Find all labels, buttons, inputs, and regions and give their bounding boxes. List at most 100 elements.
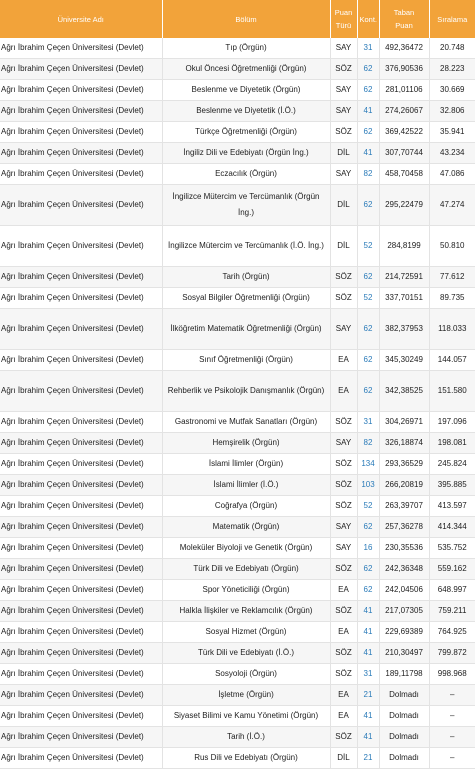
base-score-cell: 337,70151 [379, 287, 430, 310]
department-cell[interactable]: Sınıf Öğretmenliği (Örgün) [162, 349, 331, 372]
department-cell[interactable]: Sosyal Hizmet (Örgün) [162, 621, 331, 644]
base-score-cell: 284,8199 [379, 225, 430, 268]
university-cell: Ağrı İbrahim Çeçen Üniversitesi (Devlet) [0, 142, 163, 165]
quota-cell: 41 [357, 726, 380, 749]
department-cell[interactable]: Sosyoloji (Örgün) [162, 663, 331, 686]
score-type-cell: SÖZ [330, 642, 358, 665]
department-cell[interactable]: Tarih (Örgün) [162, 266, 331, 289]
department-cell[interactable]: Gastronomi ve Mutfak Sanatları (Örgün) [162, 411, 331, 434]
department-cell[interactable]: İngilizce Mütercim ve Tercümanlık (Örgün… [162, 184, 331, 227]
header-base-score-line2: Puan [395, 21, 413, 30]
department-cell[interactable]: Sosyal Bilgiler Öğretmenliği (Örgün) [162, 287, 331, 310]
university-cell: Ağrı İbrahim Çeçen Üniversitesi (Devlet) [0, 349, 163, 372]
department-cell[interactable]: Beslenme ve Diyetetik (İ.Ö.) [162, 100, 331, 123]
score-type-cell: SÖZ [330, 121, 358, 144]
department-cell[interactable]: İlköğretim Matematik Öğretmenliği (Örgün… [162, 308, 331, 351]
quota-cell: 31 [357, 38, 380, 60]
table-row: Ağrı İbrahim Çeçen Üniversitesi (Devlet)… [0, 705, 475, 728]
quota-cell: 31 [357, 663, 380, 686]
department-cell[interactable]: Rehberlik ve Psikolojik Danışmanlık (Örg… [162, 370, 331, 413]
quota-cell: 62 [357, 308, 380, 351]
header-rank[interactable]: Sıralama [429, 0, 475, 38]
rank-cell: 77.612 [429, 266, 475, 289]
table-row: Ağrı İbrahim Çeçen Üniversitesi (Devlet)… [0, 308, 475, 351]
score-type-cell: DİL [330, 184, 358, 227]
quota-cell: 62 [357, 184, 380, 227]
department-cell[interactable]: Matematik (Örgün) [162, 516, 331, 539]
quota-cell: 41 [357, 142, 380, 165]
table-row: Ağrı İbrahim Çeçen Üniversitesi (Devlet)… [0, 663, 475, 686]
department-cell[interactable]: İslami İlimler (İ.Ö.) [162, 474, 331, 497]
university-cell: Ağrı İbrahim Çeçen Üniversitesi (Devlet) [0, 266, 163, 289]
quota-cell: 62 [357, 58, 380, 81]
department-cell[interactable]: Halkla İlişkiler ve Reklamcılık (Örgün) [162, 600, 331, 623]
university-cell: Ağrı İbrahim Çeçen Üniversitesi (Devlet) [0, 453, 163, 476]
table-row: Ağrı İbrahim Çeçen Üniversitesi (Devlet)… [0, 79, 475, 102]
score-type-cell: SÖZ [330, 266, 358, 289]
table-row: Ağrı İbrahim Çeçen Üniversitesi (Devlet)… [0, 474, 475, 497]
rank-cell: 47.274 [429, 184, 475, 227]
department-cell[interactable]: Tıp (Örgün) [162, 38, 331, 60]
table-row: Ağrı İbrahim Çeçen Üniversitesi (Devlet)… [0, 349, 475, 372]
table-row: Ağrı İbrahim Çeçen Üniversitesi (Devlet)… [0, 370, 475, 413]
score-type-cell: EA [330, 349, 358, 372]
score-type-cell: SAY [330, 79, 358, 102]
rank-cell: 118.033 [429, 308, 475, 351]
department-cell[interactable]: Türkçe Öğretmenliği (Örgün) [162, 121, 331, 144]
university-cell: Ağrı İbrahim Çeçen Üniversitesi (Devlet) [0, 579, 163, 602]
base-score-cell: 293,36529 [379, 453, 430, 476]
department-cell[interactable]: İngiliz Dili ve Edebiyatı (Örgün İng.) [162, 142, 331, 165]
base-score-cell: Dolmadı [379, 726, 430, 749]
department-cell[interactable]: Siyaset Bilimi ve Kamu Yönetimi (Örgün) [162, 705, 331, 728]
rank-cell: 28.223 [429, 58, 475, 81]
base-score-cell: 230,35536 [379, 537, 430, 560]
university-cell: Ağrı İbrahim Çeçen Üniversitesi (Devlet) [0, 370, 163, 413]
quota-cell: 62 [357, 121, 380, 144]
department-cell[interactable]: Tarih (İ.Ö.) [162, 726, 331, 749]
department-cell[interactable]: Hemşirelik (Örgün) [162, 432, 331, 455]
score-type-cell: EA [330, 370, 358, 413]
score-type-cell: EA [330, 705, 358, 728]
header-quota[interactable]: Kont. [357, 0, 380, 38]
department-cell[interactable]: Beslenme ve Diyetetik (Örgün) [162, 79, 331, 102]
table-row: Ağrı İbrahim Çeçen Üniversitesi (Devlet)… [0, 121, 475, 144]
header-base-score[interactable]: Taban Puan [379, 0, 430, 38]
rank-cell: 759.211 [429, 600, 475, 623]
university-cell: Ağrı İbrahim Çeçen Üniversitesi (Devlet) [0, 558, 163, 581]
department-cell[interactable]: Eczacılık (Örgün) [162, 163, 331, 186]
table-row: Ağrı İbrahim Çeçen Üniversitesi (Devlet)… [0, 516, 475, 539]
university-cell: Ağrı İbrahim Çeçen Üniversitesi (Devlet) [0, 705, 163, 728]
department-cell[interactable]: Moleküler Biyoloji ve Genetik (Örgün) [162, 537, 331, 560]
base-score-cell: 369,42522 [379, 121, 430, 144]
rank-cell: 414.344 [429, 516, 475, 539]
rank-cell: 535.752 [429, 537, 475, 560]
base-score-cell: 458,70458 [379, 163, 430, 186]
score-type-cell: SAY [330, 516, 358, 539]
header-university[interactable]: Üniversite Adı [0, 0, 163, 38]
department-cell[interactable]: İşletme (Örgün) [162, 684, 331, 707]
rank-cell: 144.057 [429, 349, 475, 372]
department-cell[interactable]: Türk Dili ve Edebiyatı (İ.Ö.) [162, 642, 331, 665]
department-cell[interactable]: Okul Öncesi Öğretmenliği (Örgün) [162, 58, 331, 81]
quota-cell: 41 [357, 100, 380, 123]
table-row: Ağrı İbrahim Çeçen Üniversitesi (Devlet)… [0, 558, 475, 581]
base-score-cell: 492,36472 [379, 38, 430, 60]
base-score-cell: 345,30249 [379, 349, 430, 372]
department-cell[interactable]: Türk Dili ve Edebiyatı (Örgün) [162, 558, 331, 581]
quota-cell: 82 [357, 432, 380, 455]
rank-cell: 198.081 [429, 432, 475, 455]
base-score-cell: 295,22479 [379, 184, 430, 227]
base-score-cell: 242,36348 [379, 558, 430, 581]
header-department[interactable]: Bölüm [162, 0, 331, 38]
score-type-cell: SÖZ [330, 287, 358, 310]
rank-cell: 197.096 [429, 411, 475, 434]
header-row: Üniversite Adı Bölüm Puan Türü Kont. Tab… [0, 0, 475, 38]
department-cell[interactable]: İngilizce Mütercim ve Tercümanlık (İ.Ö. … [162, 225, 331, 268]
rank-cell: 648.997 [429, 579, 475, 602]
header-score-type[interactable]: Puan Türü [330, 0, 358, 38]
department-cell[interactable]: İslami İlimler (Örgün) [162, 453, 331, 476]
quota-cell: 41 [357, 642, 380, 665]
header-score-type-line1: Puan [334, 8, 353, 17]
department-cell[interactable]: Spor Yöneticiliği (Örgün) [162, 579, 331, 602]
department-cell[interactable]: Coğrafya (Örgün) [162, 495, 331, 518]
